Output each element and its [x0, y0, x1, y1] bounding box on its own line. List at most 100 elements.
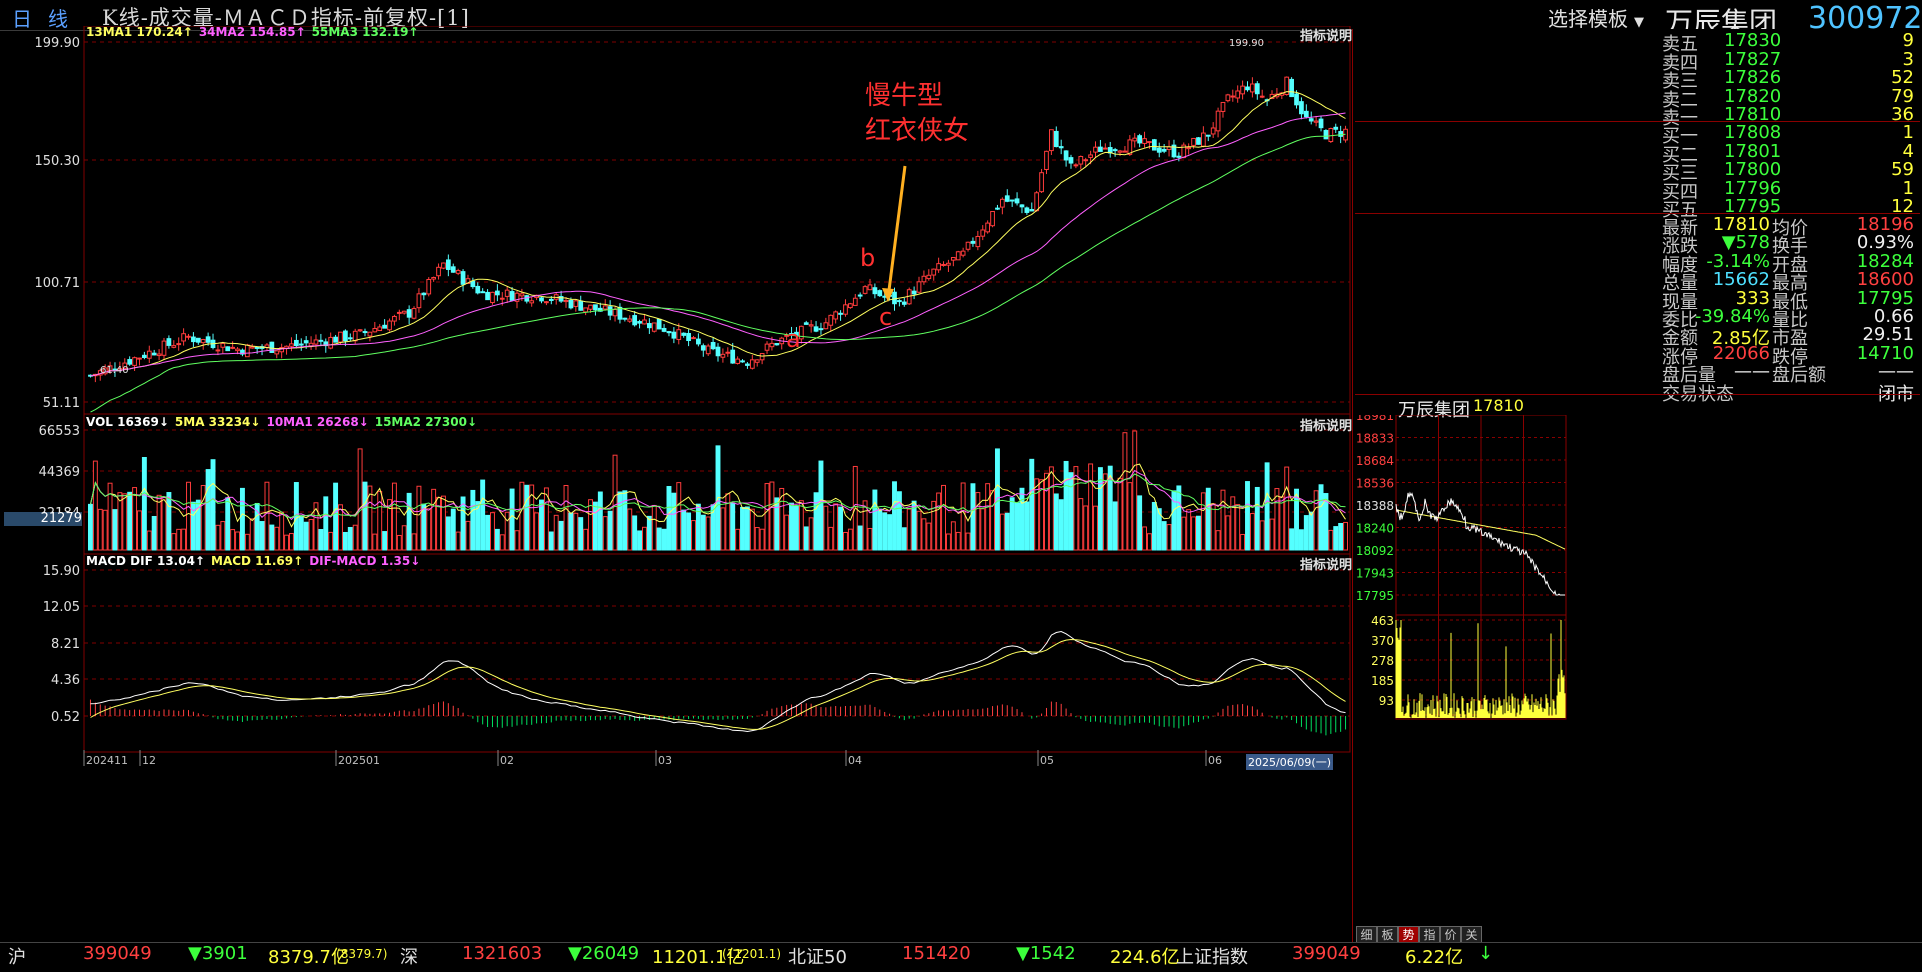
candle [676, 329, 682, 341]
candle [705, 345, 711, 355]
volume-bar [1328, 529, 1334, 551]
candle [151, 352, 157, 356]
volume-bar [362, 481, 368, 551]
candle [146, 350, 152, 359]
candle [931, 268, 937, 276]
x-axis-label: 12 [142, 754, 156, 767]
candle [450, 266, 456, 273]
volume-bar [352, 524, 358, 551]
candle [338, 331, 343, 343]
volume-bar [573, 512, 579, 551]
volume-bar [828, 526, 834, 551]
volume-bar [700, 514, 706, 551]
candle [651, 322, 657, 332]
volume-bar [1161, 521, 1167, 551]
candle [1024, 207, 1030, 213]
candle [401, 310, 407, 314]
candle [485, 291, 490, 301]
sz-change: ▼26049 [568, 943, 640, 964]
candle [1122, 150, 1128, 153]
volume-bar [308, 519, 314, 551]
volume-bar [151, 515, 157, 551]
legend-item: 5MA 33234↓ [174, 415, 261, 429]
candle [441, 262, 446, 269]
candle [1313, 120, 1319, 123]
volume-bar [725, 493, 731, 551]
candle [1166, 146, 1172, 151]
kline-y-label: 100.71 [35, 276, 81, 291]
candle [759, 353, 765, 361]
candle [607, 306, 613, 316]
volume-bar [87, 503, 93, 551]
macd-y-label: 4.36 [51, 673, 80, 688]
candle [691, 337, 696, 340]
volume-bar [1044, 472, 1049, 551]
x-axis-label: 04 [848, 754, 862, 767]
candle [774, 343, 780, 346]
candle [1098, 146, 1103, 152]
kline-help-button[interactable]: 指标说明 [1300, 25, 1352, 44]
volume-bar [916, 510, 922, 551]
candle [142, 354, 147, 359]
candle [911, 290, 917, 295]
candle [421, 292, 427, 296]
volume-bar [686, 512, 692, 551]
volume-bar [279, 511, 285, 551]
volume-bar [504, 511, 510, 551]
candle [960, 250, 966, 256]
candle [539, 297, 544, 302]
candle [1328, 127, 1334, 143]
volume-bar [485, 514, 491, 551]
candle [504, 289, 510, 297]
sz-index: 1321603 [462, 943, 543, 964]
volume-bar [1053, 493, 1059, 551]
volume-bar [333, 482, 339, 551]
trade-status-label: 交易状态 [1662, 383, 1734, 405]
candle [999, 198, 1005, 208]
mini-stock-price: 17810 [1473, 396, 1524, 415]
vol-help-button[interactable]: 指标说明 [1300, 415, 1352, 434]
volume-bar [1254, 486, 1260, 551]
volume-bar [1284, 466, 1290, 551]
candle [573, 300, 579, 307]
candle [1117, 150, 1123, 153]
macd-help-button[interactable]: 指标说明 [1300, 554, 1352, 573]
volume-bar [985, 483, 991, 551]
volume-bar [999, 513, 1005, 551]
volume-bar [342, 531, 348, 551]
main-chart[interactable]: 199.90150.30100.7151.1166553443692218415… [0, 26, 1352, 942]
candle [715, 346, 721, 357]
volume-bar [1151, 501, 1157, 551]
volume-bar [1078, 498, 1084, 551]
volume-bar [1220, 489, 1226, 551]
volume-bar [328, 531, 334, 551]
candle [828, 314, 834, 326]
volume-bar [200, 485, 206, 551]
volume-bar [391, 482, 397, 551]
intraday-chart[interactable]: 18981 18833 18684 18536 18388 18240 18092 17943… [1352, 415, 1568, 927]
volume-bar [347, 526, 353, 551]
legend-item: MACD 11.69↑ [211, 554, 304, 568]
sh-label: 沪 [8, 947, 26, 968]
candle [588, 304, 593, 310]
select-template-button[interactable]: 选择模板 ▼ [1548, 3, 1644, 32]
candle [720, 353, 726, 358]
volume-bar [1068, 472, 1074, 551]
volume-bar [651, 504, 657, 551]
volume-bar [431, 488, 437, 551]
volume-bar [102, 509, 108, 551]
candle [328, 336, 334, 349]
legend-item: 10MA1 26268↓ [266, 415, 369, 429]
candle [436, 266, 441, 277]
volume-bar [127, 491, 133, 551]
down-arrow-icon: ↓ [1478, 943, 1494, 964]
bj-change: ▼1542 [1016, 943, 1076, 964]
volume-bar [534, 512, 540, 551]
candle [867, 284, 873, 291]
candle [475, 285, 481, 294]
sz-amount-sub: (11201.1) [722, 947, 781, 961]
candle [205, 336, 211, 343]
candle [1078, 156, 1084, 165]
volume-bar [372, 533, 378, 551]
volume-bar [617, 491, 623, 551]
